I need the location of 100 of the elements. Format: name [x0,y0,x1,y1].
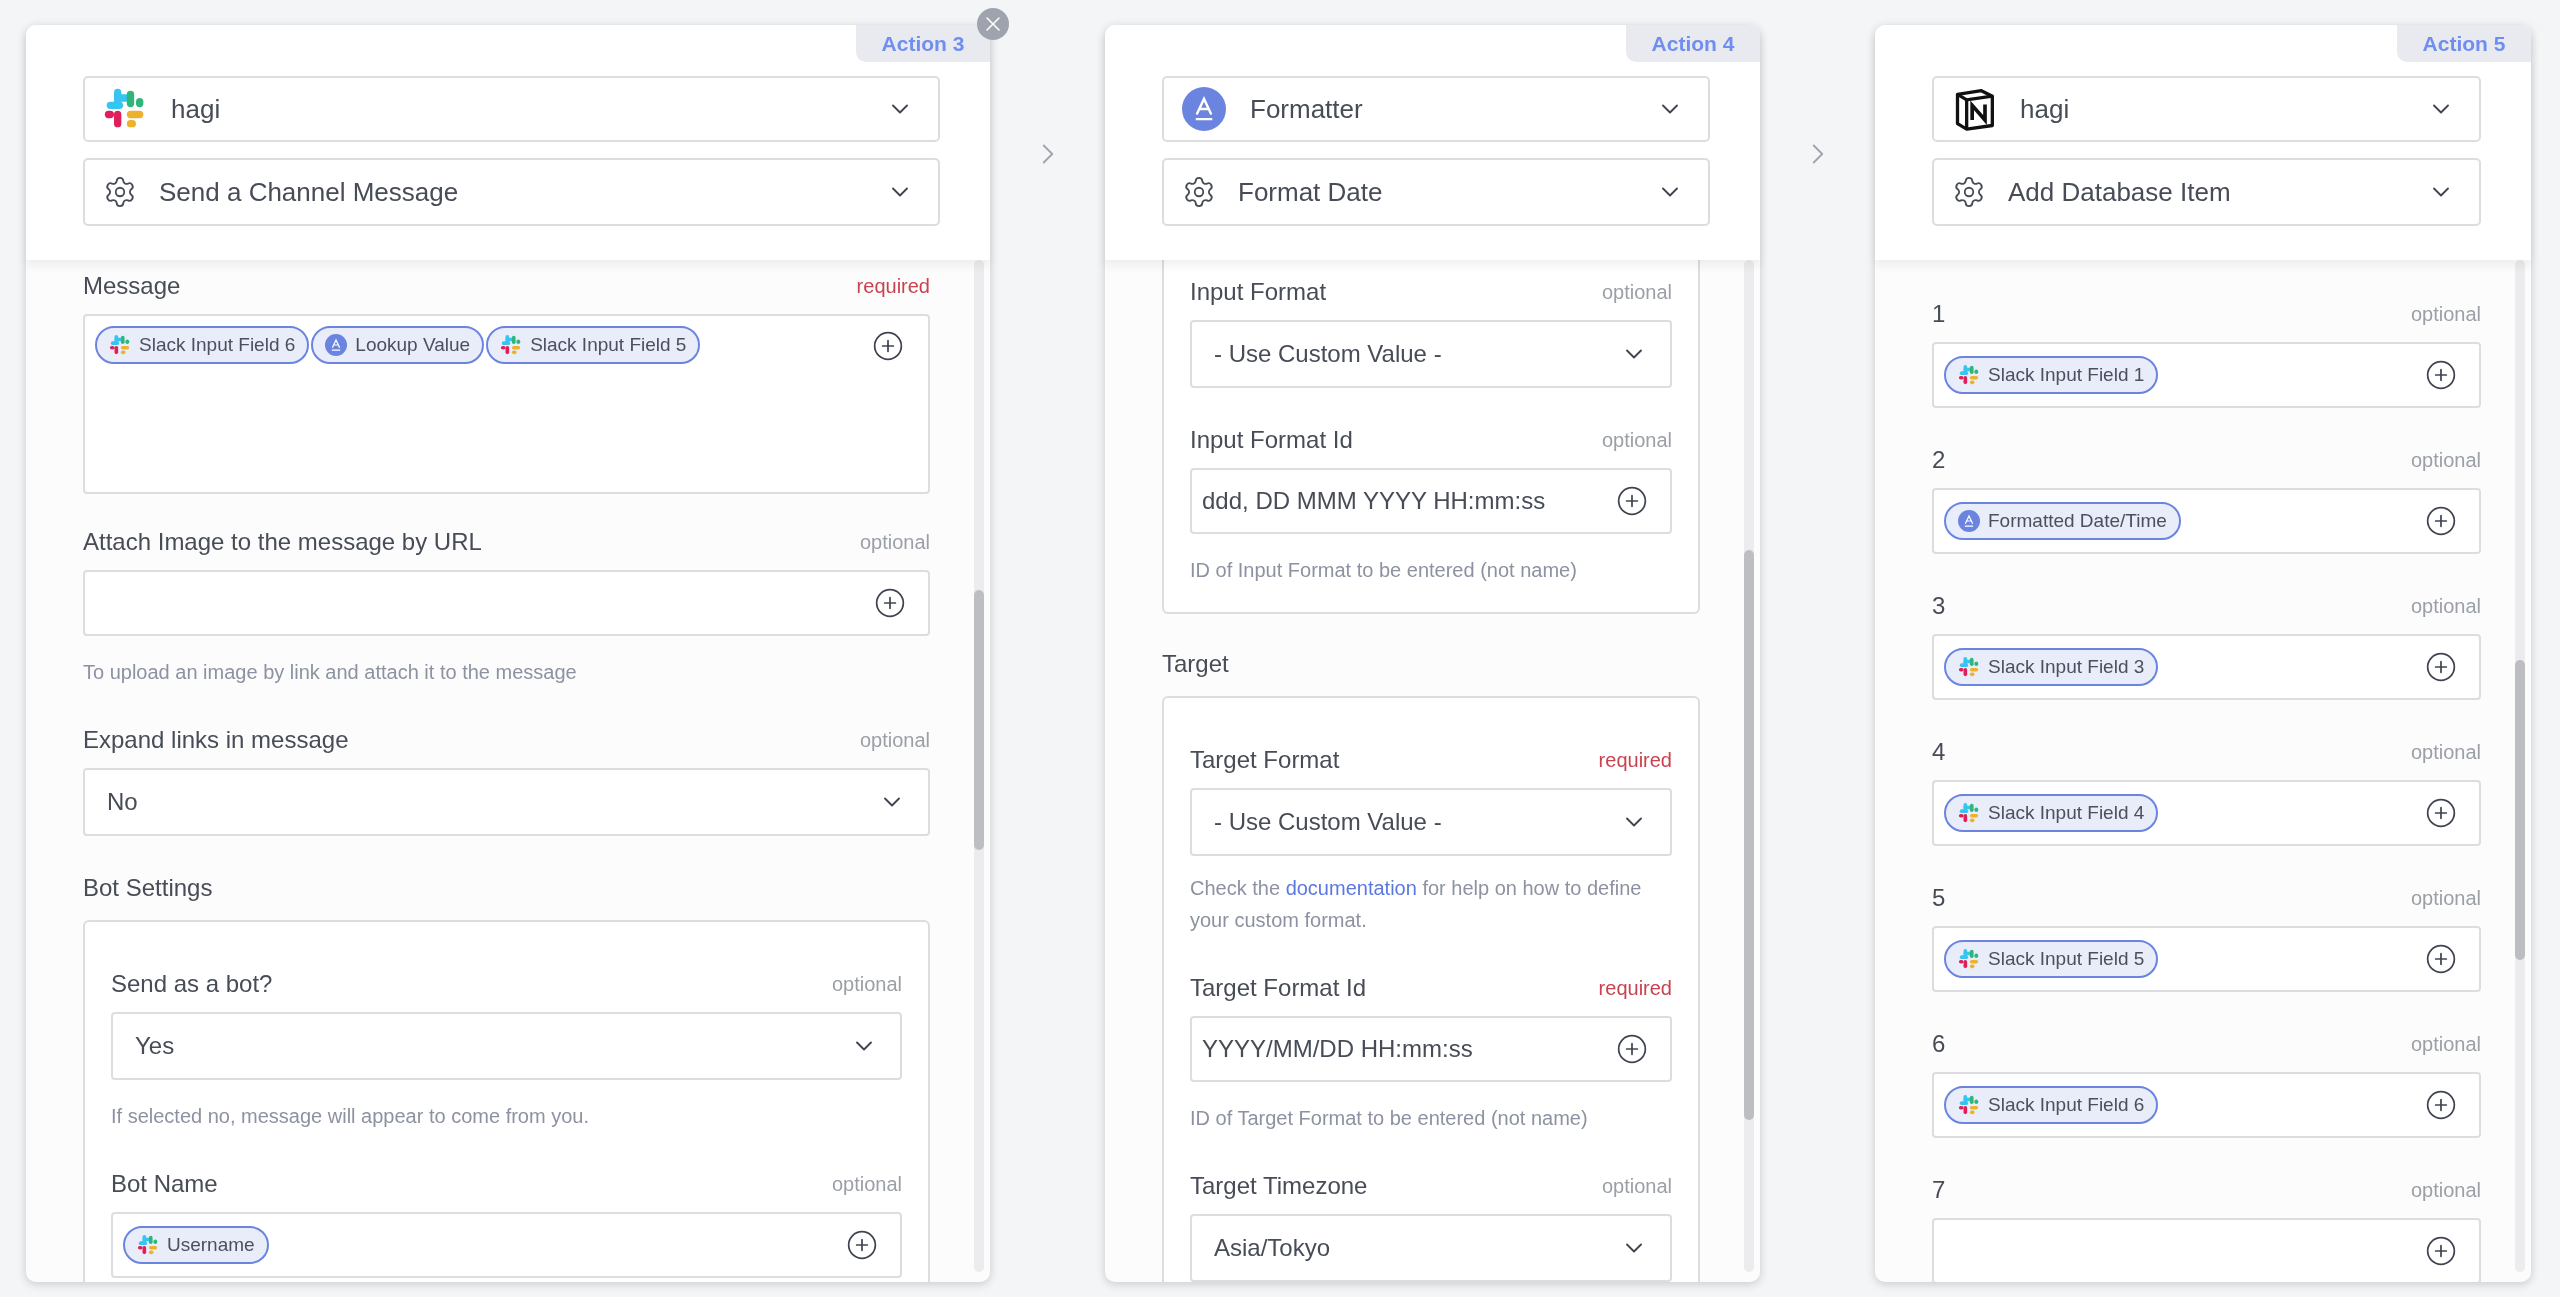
optional-label: optional [1601,1174,1672,1199]
section-title: Target [1162,649,1230,679]
hint-text: ID of Target Format to be entered (not name) [1190,1106,1589,1131]
field-label: Message [83,271,181,301]
slack-icon [109,334,131,356]
event-dropdown[interactable]: Format Date [1162,158,1710,226]
optional-label: optional [2410,1178,2481,1203]
app-dropdown[interactable]: Formatter [1162,76,1710,142]
slack-icon [1958,1094,1980,1116]
optional-label: optional [2410,594,2481,619]
optional-label: optional [859,530,930,555]
add-icon[interactable] [2425,943,2457,975]
select-dropdown[interactable]: - Use Custom Value - [1190,788,1672,856]
hint-text: To upload an image by link and attach it to the message [83,660,578,685]
field-label: Expand links in message [83,725,349,755]
optional-label: optional [2410,448,2481,473]
input-field[interactable]: Slack Input Field 5 [1932,926,2481,992]
add-icon[interactable] [2425,1235,2457,1267]
input-field[interactable]: Slack Input Field 1 [1932,342,2481,408]
select-dropdown[interactable]: Yes [111,1012,902,1080]
field-label: 4 [1932,737,1946,767]
field-label: Send as a bot? [111,969,273,999]
input-field[interactable]: Slack Input Field 6 [1932,1072,2481,1138]
hint-text: If selected no, message will appear to come from you. [111,1104,590,1129]
formatter-icon [1958,510,1980,532]
required-label: required [856,274,930,299]
input-field[interactable] [83,570,930,636]
input-field[interactable]: Slack Input Field 3 [1932,634,2481,700]
variable-chip[interactable]: Username [123,1226,269,1264]
input-field[interactable] [1932,1218,2481,1282]
select-dropdown[interactable]: Asia/Tokyo [1190,1214,1672,1282]
field-label: 5 [1932,883,1946,913]
event-dropdown[interactable]: Send a Channel Message [83,158,940,226]
field-label: 1 [1932,299,1946,329]
field-label: Input Format [1190,277,1327,307]
field-label: Attach Image to the message by URL [83,527,482,557]
hint-text: ID of Input Format to be entered (not name) [1190,558,1578,583]
add-icon[interactable] [1616,485,1648,517]
input-field[interactable]: ddd, DD MMM YYYY HH:mm:ss [1190,468,1672,534]
field-label: Target Format [1190,745,1340,775]
input-field[interactable]: Formatted Date/Time [1932,488,2481,554]
input-field[interactable]: Slack Input Field 4 [1932,780,2481,846]
optional-label: optional [831,1172,902,1197]
settings-icon [103,175,137,209]
add-icon[interactable] [1616,1033,1648,1065]
input-field[interactable]: YYYY/MM/DD HH:mm:ss [1190,1016,1672,1082]
add-icon[interactable] [2425,797,2457,829]
required-label: required [1598,976,1672,1001]
slack-icon [137,1234,159,1256]
variable-chip[interactable]: Slack Input Field 1 [1944,356,2159,394]
add-icon[interactable] [2425,359,2457,391]
formatter-icon [325,334,348,356]
optional-label: optional [859,728,930,753]
variable-chip[interactable]: Slack Input Field 4 [1944,794,2159,832]
field-label: Bot Name [111,1169,218,1199]
optional-label: optional [2410,1032,2481,1057]
field-label: 2 [1932,445,1946,475]
variable-chip[interactable]: Formatted Date/Time [1944,502,2181,540]
add-icon[interactable] [2425,1089,2457,1121]
variable-chip[interactable]: Slack Input Field 6 [95,326,310,364]
select-dropdown[interactable]: No [83,768,930,836]
optional-label: optional [2410,740,2481,765]
scrollbar[interactable] [974,260,984,1272]
variable-chip[interactable]: Slack Input Field 5 [486,326,701,364]
field-label: 7 [1932,1175,1946,1205]
documentation-link[interactable]: documentation [1285,877,1417,899]
slack-icon [500,334,523,356]
variable-chip[interactable]: Lookup Value [311,326,485,364]
add-icon[interactable] [872,330,904,362]
required-label: required [1598,748,1672,773]
field-label: Target Timezone [1190,1171,1368,1201]
section-title: Bot Settings [83,873,214,903]
app-dropdown[interactable]: hagi [83,76,940,142]
optional-label: optional [1601,280,1672,305]
slack-icon [1958,802,1980,824]
hint-text: Check the documentation for help on how to define your custom format. [1190,876,1643,933]
app-dropdown[interactable]: hagi [1932,76,2481,142]
input-value: YYYY/MM/DD HH:mm:ss [1202,1034,1473,1064]
optional-label: optional [831,972,902,997]
input-value: ddd, DD MMM YYYY HH:mm:ss [1202,486,1546,516]
optional-label: optional [1601,428,1672,453]
scrollbar[interactable] [2515,260,2525,1272]
variable-chip[interactable]: Slack Input Field 5 [1944,940,2159,978]
scrollbar[interactable] [1744,260,1754,1272]
select-dropdown[interactable]: - Use Custom Value - [1190,320,1672,388]
formatter-icon [1182,87,1226,131]
field-label: Input Format Id [1190,425,1353,455]
field-label: 6 [1932,1029,1946,1059]
variable-chip[interactable]: Slack Input Field 3 [1944,648,2159,686]
message-field[interactable]: Slack Input Field 6 Lookup Value Slack Input Field 5 [83,314,930,494]
slack-icon [1958,948,1980,970]
input-field[interactable]: Username [111,1212,902,1278]
optional-label: optional [2410,302,2481,327]
add-icon[interactable] [2425,505,2457,537]
add-icon[interactable] [2425,651,2457,683]
event-dropdown[interactable]: Add Database Item [1932,158,2481,226]
add-icon[interactable] [874,587,906,619]
variable-chip[interactable]: Slack Input Field 6 [1944,1086,2159,1124]
field-label: Target Format Id [1190,973,1367,1003]
add-icon[interactable] [846,1229,878,1261]
